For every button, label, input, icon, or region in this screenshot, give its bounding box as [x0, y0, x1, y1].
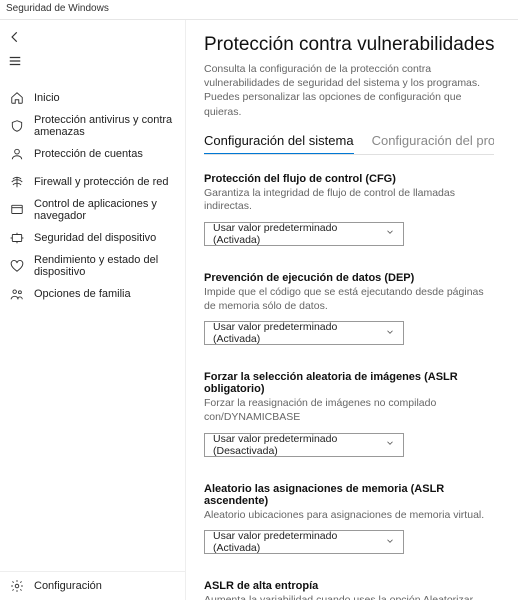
sidebar-item-label: Protección antivirus y contra amenazas	[34, 114, 175, 138]
sidebar-item-performance[interactable]: Rendimiento y estado del dispositivo	[0, 252, 185, 280]
main-content: Protección contra vulnerabilidades Consu…	[186, 20, 518, 600]
setting-desc: Aleatorio ubicaciones para asignaciones …	[204, 509, 494, 523]
gear-icon	[10, 579, 24, 593]
setting-desc: Garantiza la integridad de flujo de cont…	[204, 187, 494, 214]
tab-label: Configuración del sistema	[204, 133, 354, 148]
setting-aslr-bottomup: Aleatorio las asignaciones de memoria (A…	[204, 483, 494, 555]
sidebar-item-firewall[interactable]: Firewall y protección de red	[0, 168, 185, 196]
setting-select[interactable]: Usar valor predeterminado (Activada)	[204, 321, 404, 345]
page-title: Protección contra vulnerabilidades	[204, 34, 500, 56]
window-title: Seguridad de Windows	[6, 3, 109, 14]
setting-heading: Aleatorio las asignaciones de memoria (A…	[204, 483, 494, 507]
window-titlebar: Seguridad de Windows	[0, 0, 518, 20]
sidebar-item-label: Configuración	[34, 580, 102, 592]
setting-select[interactable]: Usar valor predeterminado (Activada)	[204, 530, 404, 554]
sidebar: Inicio Protección antivirus y contra ame…	[0, 20, 186, 600]
select-value: Usar valor predeterminado (Activada)	[213, 530, 385, 554]
hamburger-icon	[8, 54, 22, 71]
shield-icon	[10, 119, 24, 133]
heart-icon	[10, 259, 24, 273]
family-icon	[10, 287, 24, 301]
sidebar-item-label: Opciones de familia	[34, 288, 131, 300]
chevron-down-icon	[385, 327, 395, 340]
sidebar-item-family[interactable]: Opciones de familia	[0, 280, 185, 308]
setting-heading: ASLR de alta entropía	[204, 580, 494, 592]
setting-cfg: Protección del flujo de control (CFG) Ga…	[204, 173, 494, 246]
menu-button[interactable]	[0, 50, 30, 74]
setting-aslr-highentropy: ASLR de alta entropía Aumenta la variabi…	[204, 580, 494, 600]
sidebar-item-label: Protección de cuentas	[34, 148, 143, 160]
setting-dep: Prevención de ejecución de datos (DEP) I…	[204, 272, 494, 345]
sidebar-item-settings[interactable]: Configuración	[0, 572, 185, 600]
sidebar-item-home[interactable]: Inicio	[0, 84, 185, 112]
setting-desc: Forzar la reasignación de imágenes no co…	[204, 397, 494, 424]
sidebar-item-virus[interactable]: Protección antivirus y contra amenazas	[0, 112, 185, 140]
setting-heading: Protección del flujo de control (CFG)	[204, 173, 494, 185]
chevron-down-icon	[385, 227, 395, 240]
back-button[interactable]	[0, 26, 30, 50]
setting-select[interactable]: Usar valor predeterminado (Desactivada)	[204, 433, 404, 457]
home-icon	[10, 91, 24, 105]
chevron-down-icon	[385, 438, 395, 451]
setting-heading: Prevención de ejecución de datos (DEP)	[204, 272, 494, 284]
setting-desc: Aumenta la variabilidad cuando uses la o…	[204, 594, 494, 600]
sidebar-item-label: Seguridad del dispositivo	[34, 232, 156, 244]
tab-system[interactable]: Configuración del sistema	[204, 133, 354, 154]
chevron-down-icon	[385, 536, 395, 549]
app-icon	[10, 203, 24, 217]
setting-aslr-force: Forzar la selección aleatoria de imágene…	[204, 371, 494, 456]
page-subtitle: Consulta la configuración de la protecci…	[204, 62, 494, 119]
person-icon	[10, 147, 24, 161]
sidebar-item-label: Inicio	[34, 92, 60, 104]
sidebar-item-appcontrol[interactable]: Control de aplicaciones y navegador	[0, 196, 185, 224]
sidebar-item-devicesecurity[interactable]: Seguridad del dispositivo	[0, 224, 185, 252]
sidebar-item-label: Firewall y protección de red	[34, 176, 169, 188]
network-icon	[10, 175, 24, 189]
sidebar-item-label: Control de aplicaciones y navegador	[34, 198, 175, 222]
tabs: Configuración del sistema Configuración …	[204, 133, 494, 155]
tab-label: Configuración del programa	[372, 133, 494, 148]
sidebar-item-account[interactable]: Protección de cuentas	[0, 140, 185, 168]
select-value: Usar valor predeterminado (Activada)	[213, 222, 385, 246]
tab-program[interactable]: Configuración del programa	[372, 133, 494, 154]
chip-icon	[10, 231, 24, 245]
setting-desc: Impide que el código que se está ejecuta…	[204, 286, 494, 313]
sidebar-item-label: Rendimiento y estado del dispositivo	[34, 254, 175, 278]
setting-heading: Forzar la selección aleatoria de imágene…	[204, 371, 494, 395]
setting-select[interactable]: Usar valor predeterminado (Activada)	[204, 222, 404, 246]
select-value: Usar valor predeterminado (Desactivada)	[213, 433, 385, 457]
select-value: Usar valor predeterminado (Activada)	[213, 321, 385, 345]
back-arrow-icon	[8, 30, 22, 47]
